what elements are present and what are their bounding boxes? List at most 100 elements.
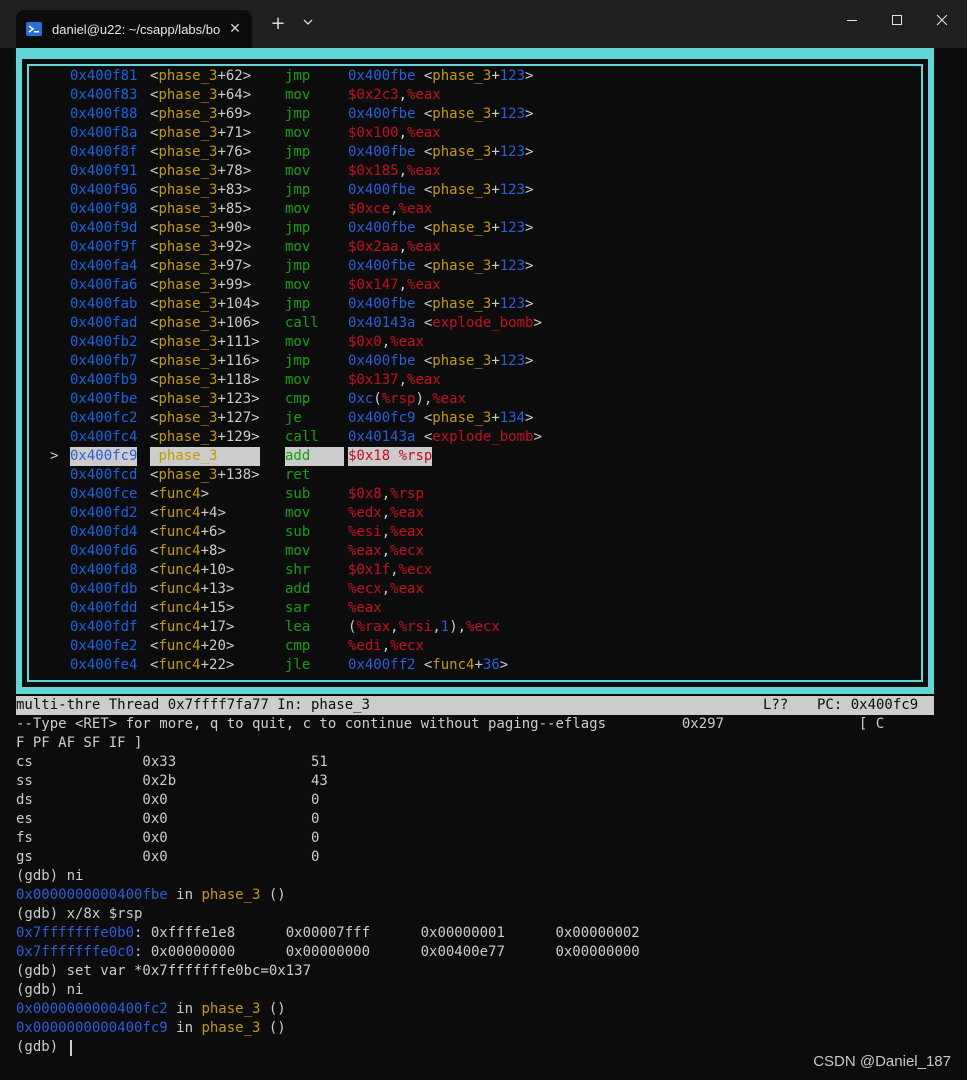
terminal-tab[interactable]: daniel@u22: ~/csapp/labs/bo ✕ xyxy=(16,10,252,48)
asm-symbol: <phase_3+83> xyxy=(150,182,252,198)
asm-symbol: <phase_3+90> xyxy=(150,220,252,236)
console-line: gs 0x0 0 xyxy=(16,849,320,865)
asm-operands: 0x400fbe <phase_3+123> xyxy=(348,220,534,236)
asm-operands: %ecx,%eax xyxy=(348,581,424,597)
asm-mnemonic: jmp xyxy=(285,353,311,369)
asm-symbol: <phase_3+76> xyxy=(150,144,252,160)
asm-address: 0x400f96 xyxy=(70,182,138,198)
console-line: es 0x0 0 xyxy=(16,811,320,827)
maximize-icon xyxy=(892,15,902,25)
asm-address: 0x400fdb xyxy=(70,581,138,597)
asm-mnemonic: jmp xyxy=(285,220,311,236)
asm-operands: $0x100,%eax xyxy=(348,125,441,141)
asm-address: 0x400fe2 xyxy=(70,638,138,654)
console-line: (gdb) set var *0x7fffffffe0bc=0x137 xyxy=(16,963,312,979)
minimize-button[interactable] xyxy=(829,0,875,40)
asm-mnemonic: jmp xyxy=(285,296,311,312)
asm-address: 0x400fad xyxy=(70,315,138,331)
asm-symbol: <phase_3+97> xyxy=(150,258,252,274)
asm-operands: 0x40143a <explode_bomb> xyxy=(348,315,542,331)
asm-mnemonic: mov xyxy=(285,201,311,217)
asm-operands: $0x0,%eax xyxy=(348,334,424,350)
asm-symbol: <phase_3+118> xyxy=(150,372,260,388)
console-line: 0x0000000000400fbe in phase_3 () xyxy=(16,887,286,903)
asm-symbol: <phase_3+69> xyxy=(150,106,252,122)
asm-operands: 0x400fc9 <phase_3+134> xyxy=(348,410,534,426)
asm-address: 0x400fcd xyxy=(70,467,138,483)
asm-operands: $0x1f,%ecx xyxy=(348,562,433,578)
asm-address: 0x400fe4 xyxy=(70,657,138,673)
gdb-console[interactable]: --Type <RET> for more, q to quit, c to c… xyxy=(16,715,934,1057)
asm-mnemonic: jmp xyxy=(285,182,311,198)
asm-operands: $0x185,%eax xyxy=(348,163,441,179)
asm-mnemonic: mov xyxy=(285,334,311,350)
asm-operands: $0x137,%eax xyxy=(348,372,441,388)
gdb-tui-frame: 0x400f81 <phase_3+62> jmp 0x400fbe <phase_3… xyxy=(16,48,934,694)
asm-address: 0x400fdd xyxy=(70,600,138,616)
asm-address: 0x400f8f xyxy=(70,144,138,160)
asm-address: 0x400f9d xyxy=(70,220,138,236)
console-line: cs 0x33 51 xyxy=(16,754,328,770)
asm-address: 0x400fd8 xyxy=(70,562,138,578)
asm-mnemonic: add xyxy=(285,447,345,466)
asm-symbol: <phase_3+99> xyxy=(150,277,252,293)
asm-address: 0x400fc2 xyxy=(70,410,138,426)
close-window-button[interactable] xyxy=(919,0,965,40)
asm-mnemonic: jmp xyxy=(285,68,311,84)
asm-mnemonic: call xyxy=(285,315,319,331)
asm-symbol: <func4+15> xyxy=(150,600,235,616)
asm-symbol: <func4+17> xyxy=(150,619,235,635)
asm-symbol: <phase_3+85> xyxy=(150,201,252,217)
asm-operands: (%rax,%rsi,1),%ecx xyxy=(348,619,500,635)
asm-operands: %edx,%eax xyxy=(348,505,424,521)
asm-address: 0x400fd6 xyxy=(70,543,138,559)
asm-symbol: <phase_3+64> xyxy=(150,87,252,103)
asm-symbol: <phase_3+134> xyxy=(150,447,260,466)
asm-mnemonic: je xyxy=(285,410,302,426)
asm-operands: 0x400ff2 <func4+36> xyxy=(348,657,509,673)
new-tab-button[interactable]: + xyxy=(266,12,290,36)
asm-address: 0x400f8a xyxy=(70,125,138,141)
tab-dropdown-button[interactable] xyxy=(296,12,320,36)
asm-symbol: <phase_3+92> xyxy=(150,239,252,255)
console-line: F PF AF SF IF ] xyxy=(16,735,143,751)
status-thread: multi-thre Thread 0x7ffff7fa77 In: phase… xyxy=(16,697,371,713)
asm-mnemonic: mov xyxy=(285,87,311,103)
terminal-area[interactable]: 0x400f81 <phase_3+62> jmp 0x400fbe <phase_3… xyxy=(0,48,967,1080)
minimize-icon xyxy=(847,20,857,21)
close-tab-icon[interactable]: ✕ xyxy=(226,20,244,38)
asm-operands: $0xce,%eax xyxy=(348,201,433,217)
asm-mnemonic: lea xyxy=(285,619,311,635)
asm-address: 0x400fc9 xyxy=(70,447,138,466)
gdb-status-bar: multi-thre Thread 0x7ffff7fa77 In: phase… xyxy=(16,696,934,715)
asm-address: 0x400fdf xyxy=(70,619,138,635)
console-line: (gdb) ni xyxy=(16,982,84,998)
asm-mnemonic: call xyxy=(285,429,319,445)
status-line: L?? xyxy=(763,697,789,713)
asm-address: 0x400fa6 xyxy=(70,277,138,293)
asm-operands: 0x400fbe <phase_3+123> xyxy=(348,144,534,160)
asm-address: 0x400fbe xyxy=(70,391,138,407)
asm-address: 0x400fb7 xyxy=(70,353,138,369)
asm-mnemonic: mov xyxy=(285,505,311,521)
asm-operands: %eax xyxy=(348,600,382,616)
asm-address: 0x400fc4 xyxy=(70,429,138,445)
asm-mnemonic: mov xyxy=(285,125,311,141)
asm-symbol: <phase_3+106> xyxy=(150,315,260,331)
asm-mnemonic: mov xyxy=(285,277,311,293)
asm-symbol: <phase_3+138> xyxy=(150,467,260,483)
console-line: ss 0x2b 43 xyxy=(16,773,328,789)
asm-operands: $0x2c3,%eax xyxy=(348,87,441,103)
maximize-button[interactable] xyxy=(874,0,920,40)
asm-address: 0x400fa4 xyxy=(70,258,138,274)
asm-mnemonic: sub xyxy=(285,486,311,502)
asm-mnemonic: jmp xyxy=(285,106,311,122)
asm-symbol: <phase_3+111> xyxy=(150,334,260,350)
asm-operands: 0x400fbe <phase_3+123> xyxy=(348,106,534,122)
powershell-icon xyxy=(26,21,42,37)
console-line: --Type <RET> for more, q to quit, c to c… xyxy=(16,716,885,732)
chevron-down-icon xyxy=(303,19,313,25)
asm-mnemonic: add xyxy=(285,581,311,597)
asm-operands: %eax,%ecx xyxy=(348,543,424,559)
asm-symbol: <func4> xyxy=(150,486,210,502)
